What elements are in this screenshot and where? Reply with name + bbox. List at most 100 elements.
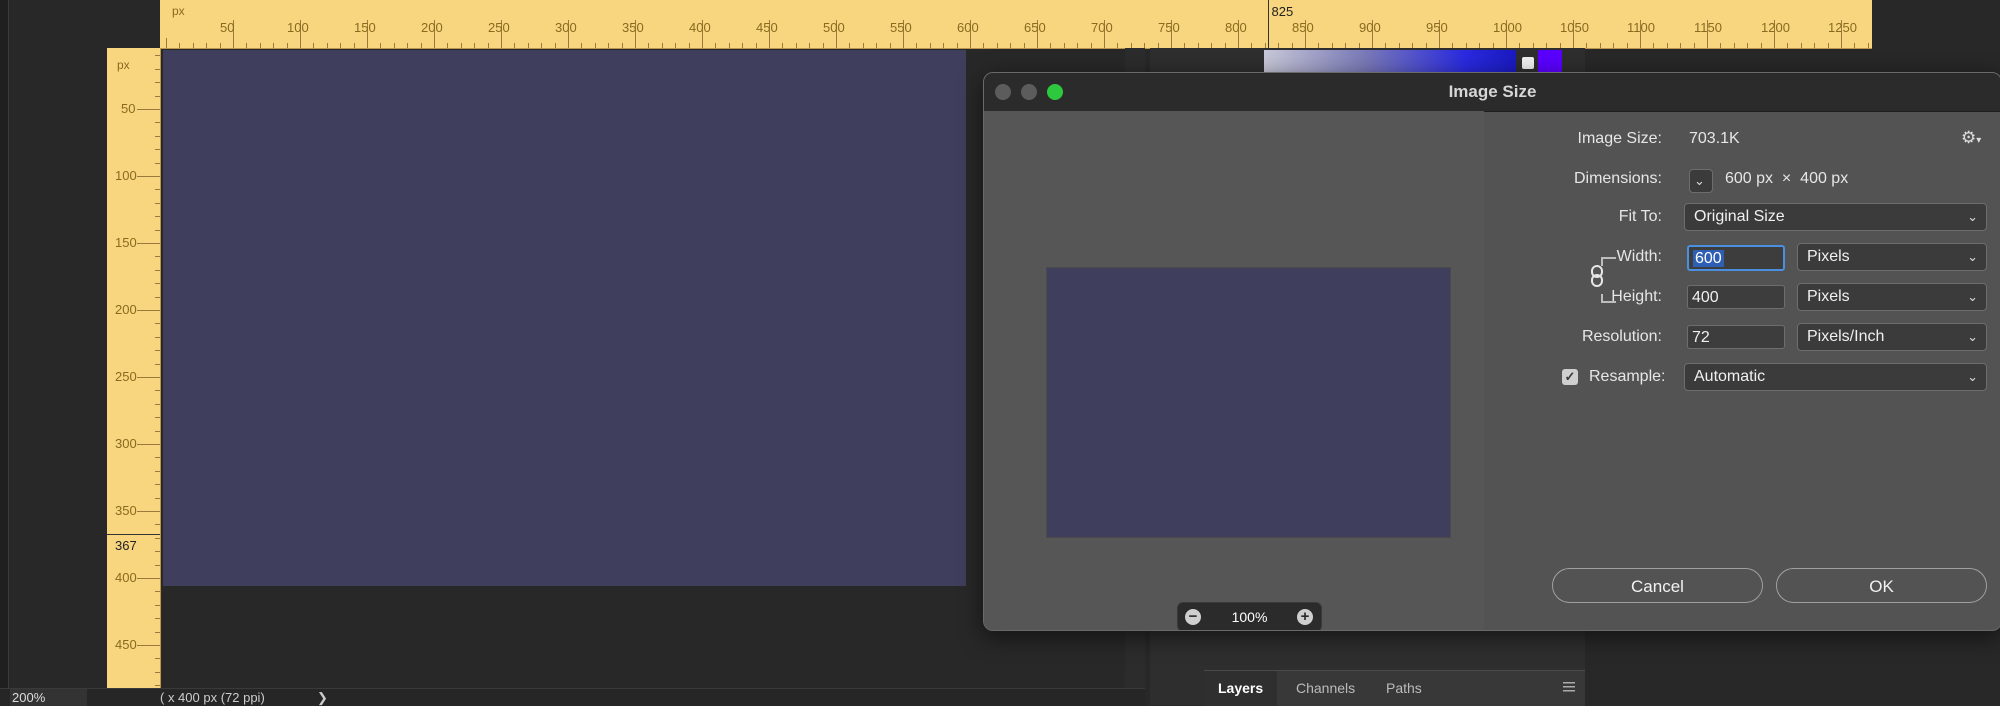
ruler-cursor-line [107,533,160,535]
ruler-minor-tick [581,43,583,48]
ruler-corner [107,0,160,48]
ruler-minor-tick [795,43,797,48]
height-unit-select[interactable]: Pixels ⌄ [1797,283,1987,311]
ruler-tick-label: 350 [622,20,644,35]
fit-to-value: Original Size [1694,208,1785,225]
ruler-vertical[interactable]: px 50 100 150 200 250 300 350 400 450 367 [107,48,161,705]
gradient-preview[interactable] [1264,50,1516,72]
ruler-tick-label: 1250 [1828,20,1857,35]
resample-checkbox[interactable]: ✓ [1562,369,1578,385]
chevron-down-icon: ⌄ [1967,209,1978,224]
ruler-minor-tick [150,645,160,646]
ruler-tick-label: 950 [1426,20,1448,35]
ruler-minor-tick [487,43,489,48]
status-bar: 200% ( x 400 px (72 ppi) ❯ [0,688,1145,706]
ruler-tick-label: 1200 [1761,20,1790,35]
resolution-input[interactable]: 72 [1687,325,1785,349]
ruler-minor-tick [648,43,650,48]
ruler-minor-tick [1023,43,1025,48]
ruler-minor-tick [155,296,160,298]
resolution-unit-select[interactable]: Pixels/Inch ⌄ [1797,323,1987,351]
dialog-titlebar[interactable]: Image Size [984,73,2000,112]
ruler-minor-tick [1090,43,1092,48]
ruler-minor-tick [155,68,160,70]
ruler-minor-tick [1720,43,1722,48]
panel-menu-icon[interactable] [1562,680,1576,694]
ruler-minor-tick [150,377,160,378]
resolution-unit-value: Pixels/Inch [1807,328,1885,345]
play-icon[interactable] [1522,57,1534,69]
height-value: 400 [1692,289,1719,306]
ruler-minor-tick [155,162,160,164]
ruler-minor-tick [728,43,730,48]
ruler-minor-tick [755,43,757,48]
width-label: Width: [1616,248,1662,265]
fit-to-select[interactable]: Original Size ⌄ [1684,203,1987,231]
zoom-level-field[interactable]: 200% [12,689,87,706]
ruler-minor-tick [527,43,529,48]
dimensions-unit-dropdown[interactable]: ⌄ [1689,169,1713,193]
ruler-minor-tick [742,43,744,48]
zoom-out-icon[interactable]: − [1185,609,1201,625]
ruler-tick-label: 400 [689,20,711,35]
ruler-minor-tick [259,43,261,48]
ruler-minor-tick [155,323,160,325]
ruler-minor-tick [809,43,811,48]
image-preview[interactable] [1046,267,1451,538]
ruler-minor-tick [155,417,160,419]
ruler-tick-label: 250 [488,20,510,35]
height-input[interactable]: 400 [1687,285,1785,309]
ruler-minor-tick [1171,38,1172,48]
ruler-minor-tick [155,631,160,633]
ruler-tick-label: 100 [115,168,137,183]
ruler-tick-label: 350 [115,503,137,518]
ruler-minor-tick [943,43,945,48]
ruler-tick-label: 300 [555,20,577,35]
width-unit-select[interactable]: Pixels ⌄ [1797,243,1987,271]
ruler-tick-label: 200 [115,302,137,317]
link-icon[interactable] [1587,264,1609,288]
ruler-minor-tick [1827,43,1829,48]
ruler-minor-tick [155,363,160,365]
ruler-minor-tick [155,256,160,258]
ruler-minor-tick [155,135,160,137]
ruler-minor-tick [340,43,342,48]
tab-layers[interactable]: Layers [1204,671,1278,706]
gear-icon[interactable]: ⚙▾ [1961,128,1985,148]
resolution-value: 72 [1692,329,1710,346]
ruler-minor-tick [155,497,160,499]
ruler-minor-tick [1693,43,1695,48]
ruler-horizontal[interactable]: px 50 100 150 200 250 300 350 400 450 500 550 600 65… [160,0,1872,49]
ruler-tick-label: 650 [1024,20,1046,35]
document-canvas[interactable] [163,50,966,586]
zoom-in-icon[interactable]: + [1297,609,1313,625]
ok-button[interactable]: OK [1776,568,1987,603]
tab-paths[interactable]: Paths [1372,671,1436,706]
ruler-minor-tick [568,38,569,48]
ruler-minor-tick [702,38,703,48]
document-info: ( x 400 px (72 ppi) [160,690,265,705]
color-swatch[interactable] [1538,50,1562,72]
ruler-cursor-line [1267,0,1269,48]
ruler-minor-tick [1586,43,1588,48]
cancel-button[interactable]: Cancel [1552,568,1763,603]
ruler-tick-label: 150 [115,235,137,250]
app-strip [0,0,9,705]
chevron-right-icon[interactable]: ❯ [317,689,328,706]
ruler-minor-tick [155,122,160,124]
ruler-minor-tick [1787,43,1789,48]
ruler-tick-label: 200 [421,20,443,35]
ruler-minor-tick [286,43,288,48]
ruler-minor-tick [150,578,160,579]
ruler-minor-tick [155,430,160,432]
ruler-tick-label: 150 [354,20,376,35]
resample-label: Resample: [1589,368,1666,385]
ruler-minor-tick [420,43,422,48]
width-input[interactable]: 600 [1687,245,1785,271]
ruler-minor-tick [1037,38,1038,48]
ruler-minor-tick [929,43,931,48]
resample-select[interactable]: Automatic ⌄ [1684,363,1987,391]
ruler-minor-tick [1800,43,1802,48]
ruler-cursor-value: 367 [115,537,137,553]
tab-channels[interactable]: Channels [1282,671,1369,706]
